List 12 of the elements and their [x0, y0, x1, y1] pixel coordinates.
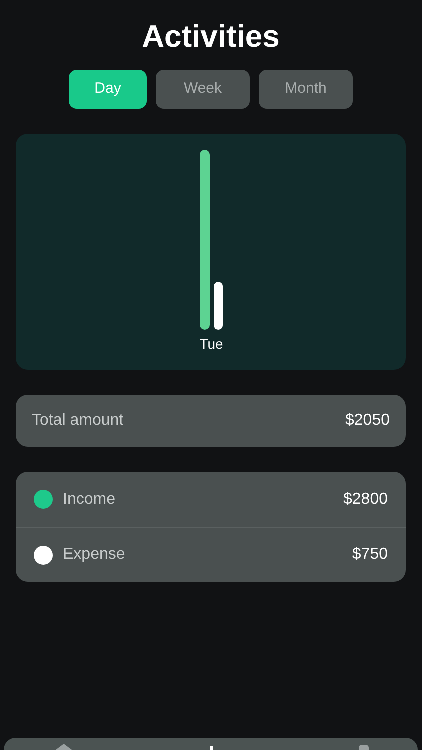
page-title: Activities: [142, 18, 280, 56]
chart-bar: [214, 282, 223, 330]
period-tab[interactable]: Day: [69, 70, 147, 109]
total-label: Total amount: [32, 411, 124, 431]
legend-value: $2800: [344, 490, 388, 510]
period-tab[interactable]: Week: [156, 70, 250, 109]
total-value: $2050: [346, 411, 390, 431]
chart-label: Tue: [200, 335, 223, 354]
period-tab[interactable]: Month: [259, 70, 353, 109]
legend-label: Income: [63, 490, 116, 510]
legend-label: Expense: [63, 545, 126, 565]
legend-value: $750: [352, 545, 388, 565]
